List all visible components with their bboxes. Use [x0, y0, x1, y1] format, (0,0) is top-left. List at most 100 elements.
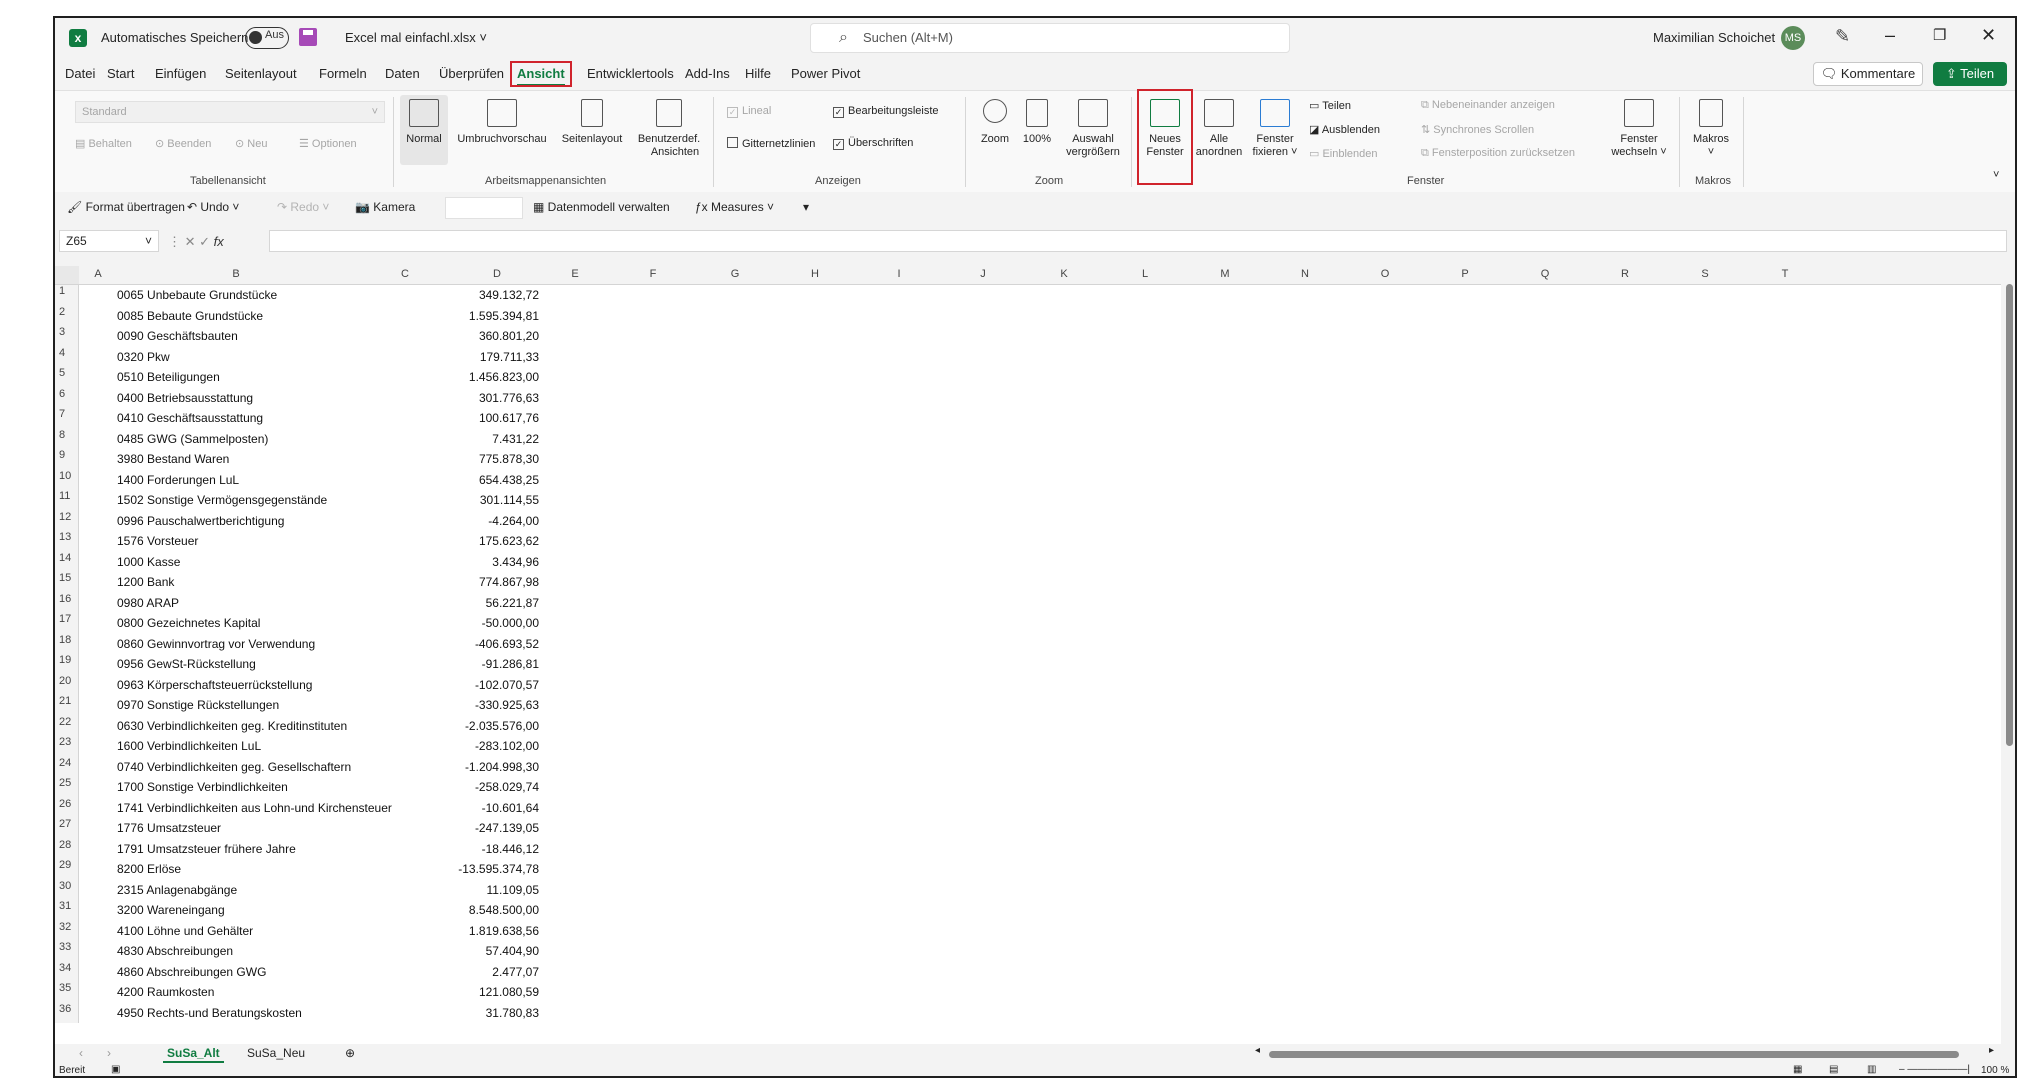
column-header-h[interactable]: H [775, 268, 855, 280]
cell-amount[interactable]: 7.431,22 [355, 432, 539, 446]
cell-account[interactable]: 0996 Pauschalwertberichtigung [117, 514, 284, 528]
cell-amount[interactable]: 175.623,62 [355, 534, 539, 548]
kommentare-button[interactable]: 🗨 Kommentare [1813, 62, 1923, 86]
cell-amount[interactable]: -91.286,81 [355, 657, 539, 671]
nebeneinander-button[interactable]: ⧉ Nebeneinander anzeigen [1421, 99, 1555, 112]
neu-button[interactable]: ⊙ Neu [235, 137, 267, 150]
cell-account[interactable]: 1741 Verbindlichkeiten aus Lohn-und Kirc… [117, 801, 392, 815]
row-header[interactable]: 3 [55, 326, 79, 347]
cell-account[interactable]: 1776 Umsatzsteuer [117, 821, 221, 835]
vertical-scrollbar-thumb[interactable] [2006, 284, 2013, 746]
column-header-o[interactable]: O [1345, 268, 1425, 280]
column-header-a[interactable]: A [79, 268, 117, 280]
datenmodell-button[interactable]: ▦ Datenmodell verwalten [533, 200, 670, 214]
tab-daten[interactable]: Daten [385, 66, 420, 81]
spreadsheet-grid[interactable]: ABCDEFGHIJKLMNOPQRST 1 0065 Unbebaute Gru… [55, 266, 2001, 1044]
restore-button[interactable]: ❐ [1933, 26, 1946, 44]
measures-button[interactable]: ƒx Measures ˅ [695, 200, 774, 214]
column-header-p[interactable]: P [1425, 268, 1505, 280]
column-header-d[interactable]: D [455, 268, 539, 280]
row-header[interactable]: 9 [55, 449, 79, 470]
hscroll-right-icon[interactable]: ▸ [1989, 1045, 1994, 1056]
sheet-view-dropdown[interactable]: Standard ˅ [75, 101, 385, 123]
cell-account[interactable]: 0485 GWG (Sammelposten) [117, 432, 268, 446]
auswahl-vergroessern-button[interactable]: Auswahl vergrößern [1061, 99, 1125, 159]
cell-account[interactable]: 0085 Bebaute Grundstücke [117, 309, 263, 323]
tab-hilfe[interactable]: Hilfe [745, 66, 771, 81]
cell-amount[interactable]: -102.070,57 [355, 678, 539, 692]
row-header[interactable]: 15 [55, 572, 79, 593]
beenden-button[interactable]: ⊙ Beenden [155, 137, 211, 150]
cell-amount[interactable]: 57.404,90 [355, 944, 539, 958]
cell-account[interactable]: 0090 Geschäftsbauten [117, 329, 238, 343]
tab-formeln[interactable]: Formeln [319, 66, 367, 81]
bearbeitungsleiste-checkbox[interactable]: ✓ Bearbeitungsleiste [833, 105, 939, 118]
cell-account[interactable]: 0400 Betriebsausstattung [117, 391, 253, 405]
row-header[interactable]: 1 [55, 285, 79, 306]
cell-amount[interactable]: -10.601,64 [355, 801, 539, 815]
cell-account[interactable]: 1400 Forderungen LuL [117, 473, 239, 487]
column-header-r[interactable]: R [1585, 268, 1665, 280]
row-header[interactable]: 8 [55, 428, 79, 449]
format-uebertragen-button[interactable]: 🖌 Format übertragen [67, 200, 185, 214]
qat-input[interactable] [445, 197, 523, 219]
cell-amount[interactable]: 360.801,20 [355, 329, 539, 343]
normal-view-button[interactable]: Normal [402, 99, 446, 146]
behalten-button[interactable]: ▤ Behalten [75, 137, 132, 150]
cell-amount[interactable]: 349.132,72 [355, 288, 539, 302]
ausblenden-button[interactable]: ◪ Ausblenden [1309, 123, 1380, 136]
column-header-f[interactable]: F [611, 268, 695, 280]
cell-amount[interactable]: -18.446,12 [355, 842, 539, 856]
ueberschriften-checkbox[interactable]: ✓ Überschriften [833, 137, 913, 150]
row-header[interactable]: 27 [55, 818, 79, 839]
tab-start[interactable]: Start [107, 66, 134, 81]
zoom-100-button[interactable]: 100% [1017, 99, 1057, 146]
alle-anordnen-button[interactable]: Alle anordnen [1193, 99, 1245, 159]
cell-account[interactable]: 8200 Erlöse [117, 862, 181, 876]
cell-account[interactable]: 0410 Geschäftsausstattung [117, 411, 263, 425]
tab-power-pivot[interactable]: Power Pivot [791, 66, 860, 81]
cell-amount[interactable]: 1.456.823,00 [355, 370, 539, 384]
row-header[interactable]: 4 [55, 346, 79, 367]
makros-button[interactable]: Makros ˅ [1689, 99, 1733, 159]
kamera-button[interactable]: 📷 Kamera [355, 200, 415, 214]
formula-input[interactable] [269, 230, 2007, 252]
row-header[interactable]: 13 [55, 531, 79, 552]
cell-amount[interactable]: 121.080,59 [355, 985, 539, 999]
row-header[interactable]: 20 [55, 674, 79, 695]
benutzerdef-ansichten-button[interactable]: Benutzerdef. Ansichten [631, 99, 707, 159]
undo-button[interactable]: ↶ Undo ˅ [187, 200, 239, 214]
page-break-view-icon[interactable]: ▥ [1867, 1064, 1876, 1075]
cell-account[interactable]: 1600 Verbindlichkeiten LuL [117, 739, 261, 753]
cell-amount[interactable]: -13.595.374,78 [355, 862, 539, 876]
cell-account[interactable]: 3200 Wareneingang [117, 903, 225, 917]
cell-amount[interactable]: -247.139,05 [355, 821, 539, 835]
row-header[interactable]: 16 [55, 592, 79, 613]
column-header-g[interactable]: G [695, 268, 775, 280]
normal-view-icon[interactable]: ▦ [1793, 1064, 1802, 1075]
fenster-fixieren-button[interactable]: Fenster fixieren ˅ [1247, 99, 1303, 159]
column-header-e[interactable]: E [539, 268, 611, 280]
column-header-m[interactable]: M [1185, 268, 1265, 280]
cell-account[interactable]: 0980 ARAP [117, 596, 179, 610]
umbruchvorschau-button[interactable]: Umbruchvorschau [450, 99, 554, 146]
cell-amount[interactable]: 31.780,83 [355, 1006, 539, 1020]
horizontal-scrollbar-thumb[interactable] [1269, 1051, 1959, 1058]
cell-amount[interactable]: 56.221,87 [355, 596, 539, 610]
cell-account[interactable]: 0860 Gewinnvortrag vor Verwendung [117, 637, 315, 651]
zoom-level[interactable]: 100 % [1981, 1065, 2009, 1076]
macro-record-icon[interactable]: ▣ [111, 1064, 120, 1075]
column-header-q[interactable]: Q [1505, 268, 1585, 280]
cell-amount[interactable]: 1.595.394,81 [355, 309, 539, 323]
minimize-button[interactable]: – [1885, 25, 1895, 46]
cell-account[interactable]: 0630 Verbindlichkeiten geg. Kreditinstit… [117, 719, 347, 733]
cell-amount[interactable]: 1.819.638,56 [355, 924, 539, 938]
cell-amount[interactable]: 100.617,76 [355, 411, 539, 425]
column-header-c[interactable]: C [355, 268, 455, 280]
cell-account[interactable]: 1576 Vorsteuer [117, 534, 198, 548]
cell-account[interactable]: 4200 Raumkosten [117, 985, 214, 999]
cell-account[interactable]: 0970 Sonstige Rückstellungen [117, 698, 279, 712]
cell-account[interactable]: 1000 Kasse [117, 555, 180, 569]
cell-amount[interactable]: -2.035.576,00 [355, 719, 539, 733]
autosave-toggle[interactable]: Aus [245, 27, 289, 49]
